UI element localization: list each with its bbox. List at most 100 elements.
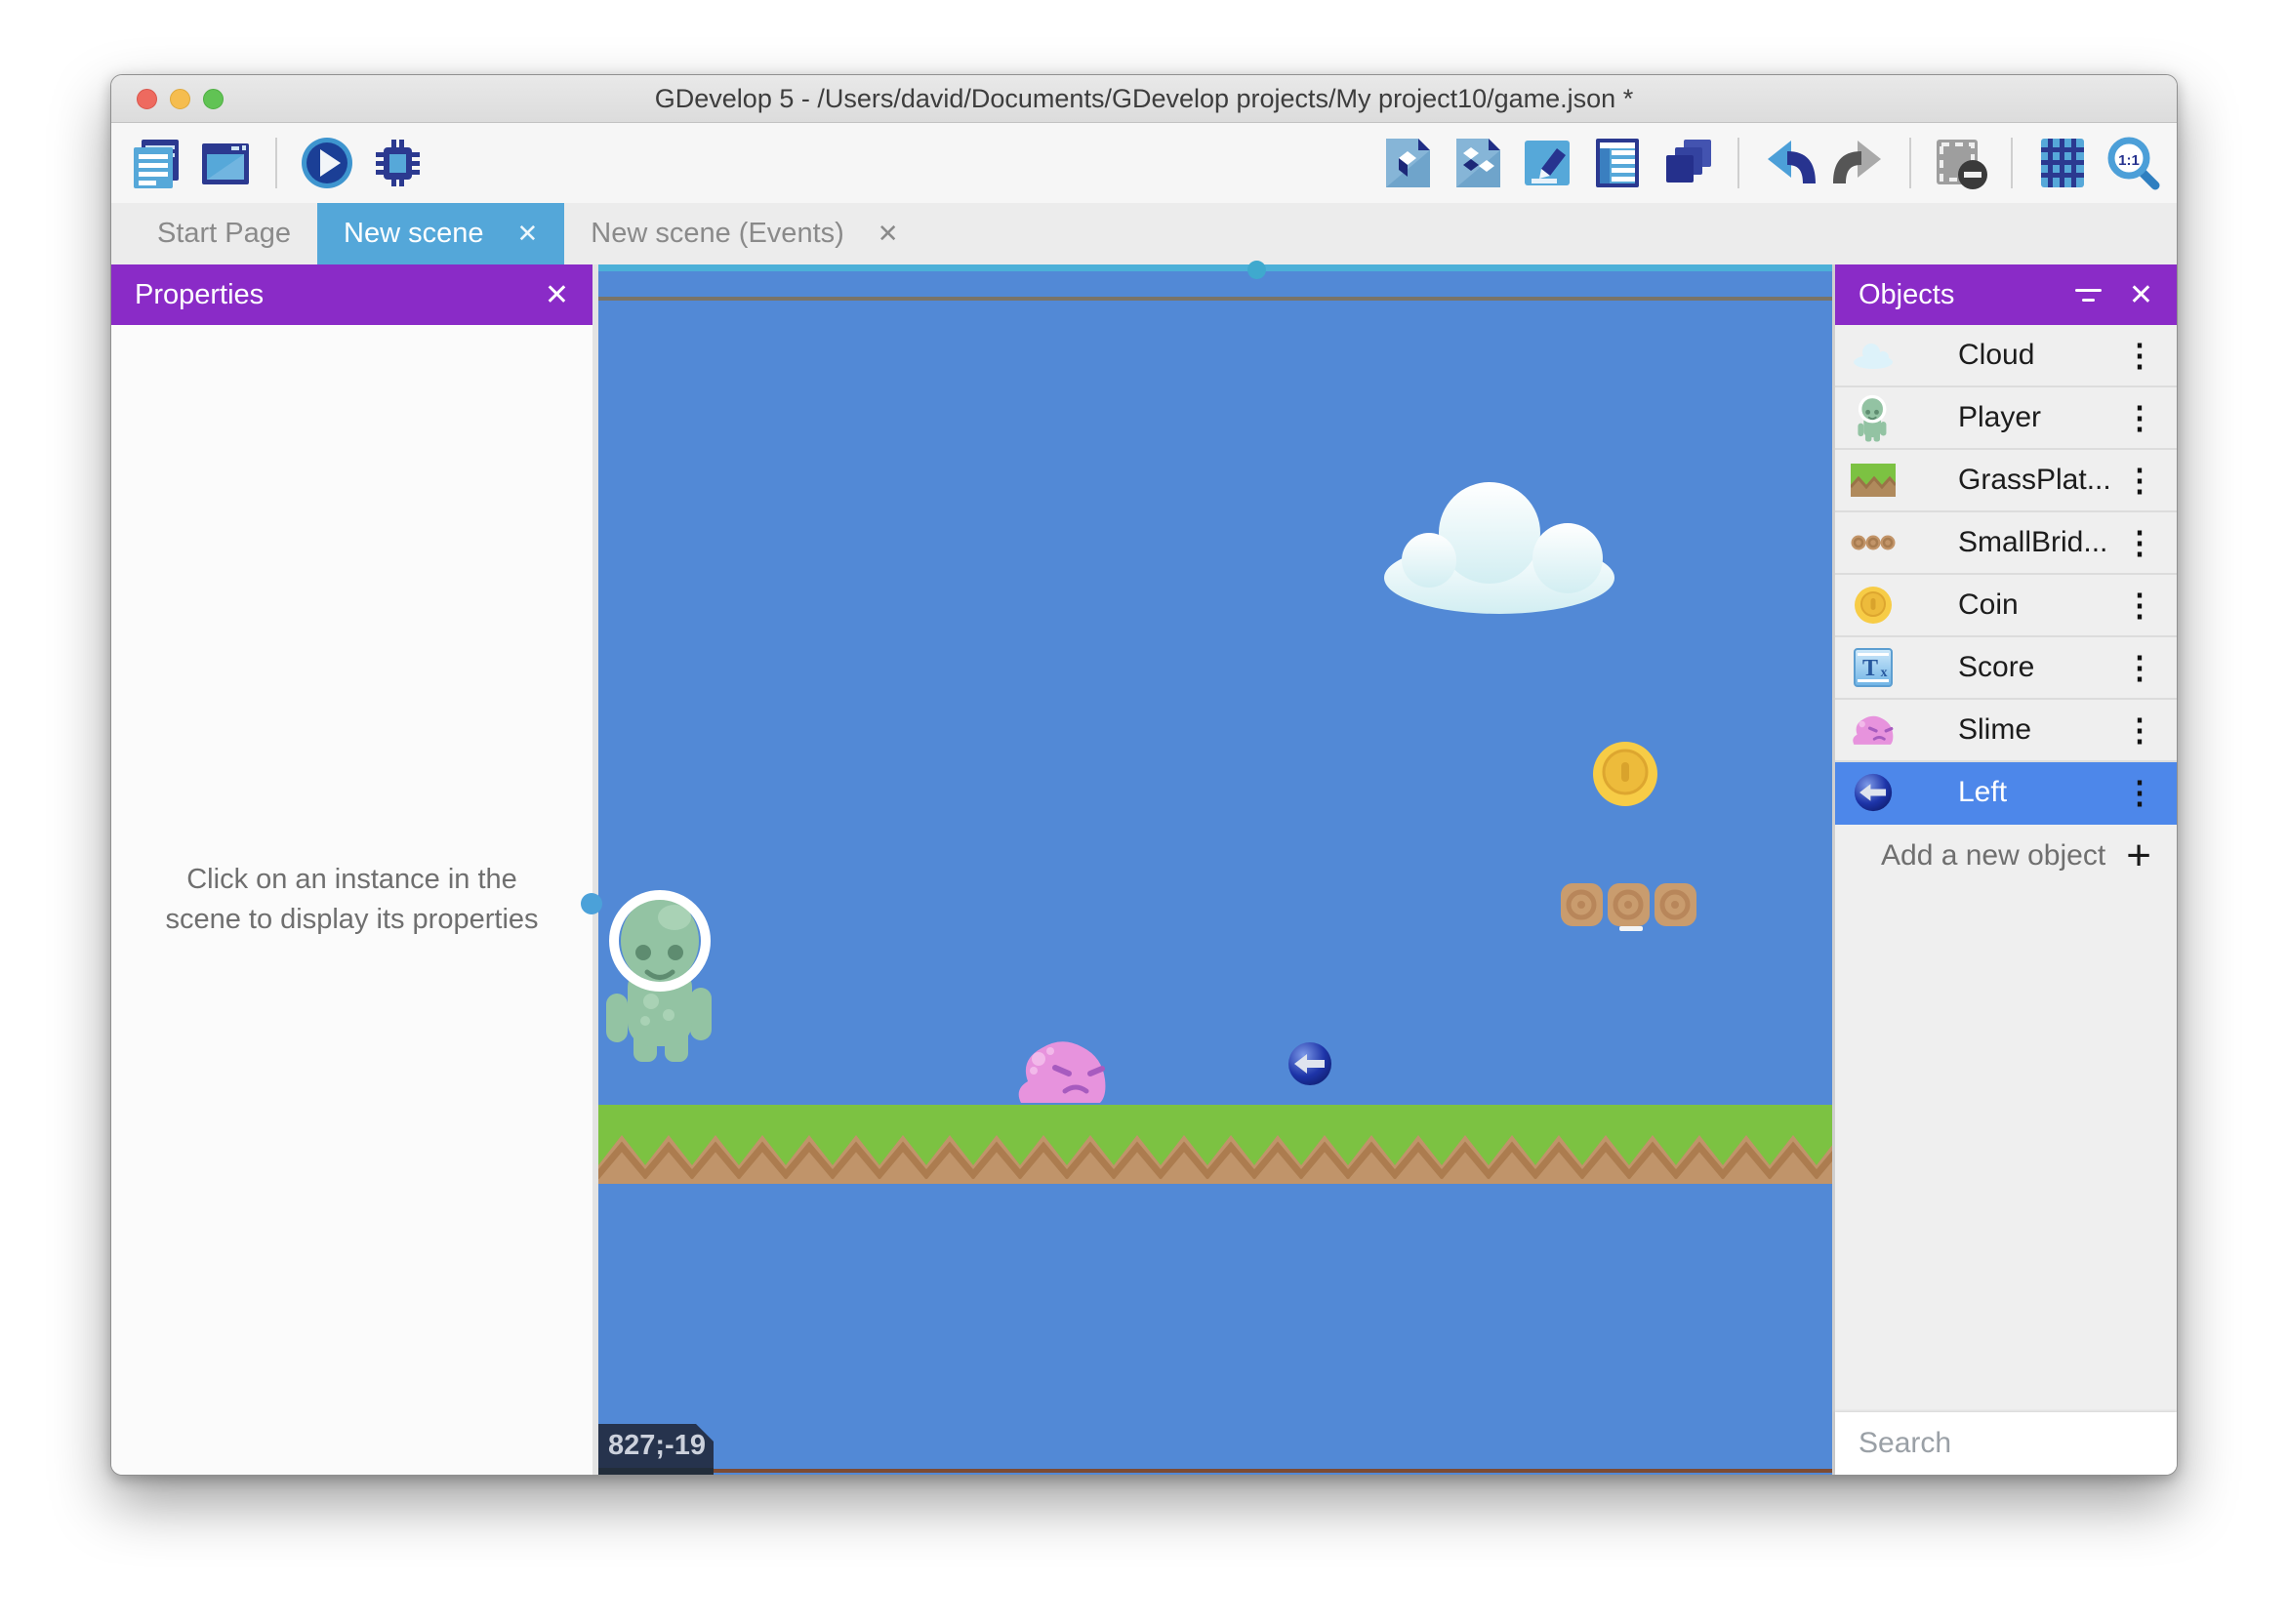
object-row-left[interactable]: Left ⋮ <box>1835 762 2177 825</box>
tab-start-page[interactable]: Start Page <box>131 203 317 264</box>
cloud-icon <box>1851 341 1896 370</box>
undo-icon[interactable] <box>1761 135 1818 191</box>
editor-tabs: Start Page New scene ✕ New scene (Events… <box>111 203 2177 264</box>
debug-icon[interactable] <box>369 135 426 191</box>
preview-play-icon[interactable] <box>299 135 355 191</box>
redo-icon[interactable] <box>1831 135 1888 191</box>
kebab-menu-icon[interactable]: ⋮ <box>2124 465 2155 496</box>
window-title: GDevelop 5 - /Users/david/Documents/GDev… <box>655 84 1633 114</box>
tab-new-scene[interactable]: New scene ✕ <box>317 203 564 264</box>
object-label: SmallBrid... <box>1958 526 2124 559</box>
toolbar-separator <box>2011 138 2013 188</box>
scene-editor-icon[interactable] <box>197 135 254 191</box>
object-label: Cloud <box>1958 339 2124 372</box>
kebab-menu-icon[interactable]: ⋮ <box>2124 589 2155 621</box>
properties-panel: Properties ✕ Click on an instance in the… <box>111 264 598 1475</box>
kebab-menu-icon[interactable]: ⋮ <box>2124 652 2155 683</box>
properties-panel-title: Properties <box>135 279 545 311</box>
cloud-sprite[interactable] <box>1380 474 1632 615</box>
tab-label: New scene (Events) <box>591 218 844 250</box>
object-label: GrassPlat... <box>1958 464 2124 497</box>
close-icon[interactable]: ✕ <box>545 278 569 312</box>
traffic-lights <box>137 75 224 122</box>
slime-icon <box>1851 714 1896 746</box>
toolbar-separator <box>1909 138 1911 188</box>
left-arrow-ball-icon <box>1851 773 1896 812</box>
project-manager-icon[interactable] <box>127 135 184 191</box>
scene-window-border-top <box>598 297 1832 301</box>
object-groups-icon[interactable] <box>1449 135 1505 191</box>
selection-handle-left[interactable] <box>581 893 602 914</box>
left-ball-sprite[interactable] <box>1287 1041 1332 1086</box>
text-object-icon: T x <box>1851 648 1896 687</box>
titlebar: GDevelop 5 - /Users/david/Documents/GDev… <box>111 75 2177 123</box>
small-bridge-icon <box>1851 534 1896 551</box>
kebab-menu-icon[interactable]: ⋮ <box>2124 402 2155 433</box>
object-label: Coin <box>1958 589 2124 622</box>
toolbar-separator <box>275 138 277 188</box>
gdevelop-window: GDevelop 5 - /Users/david/Documents/GDev… <box>110 74 2178 1476</box>
objects-search-bar <box>1835 1412 2177 1475</box>
kebab-menu-icon[interactable]: ⋮ <box>2124 340 2155 371</box>
object-row-slime[interactable]: Slime ⋮ <box>1835 700 2177 762</box>
add-object-label: Add a new object <box>1881 839 2126 873</box>
player-sprite[interactable] <box>604 882 721 1064</box>
object-row-cloud[interactable]: Cloud ⋮ <box>1835 325 2177 387</box>
scene-window-border-bottom <box>598 1469 1832 1473</box>
toolbar: 1:1 <box>111 123 2177 203</box>
toolbar-right-group: 1:1 <box>1378 123 2161 203</box>
grass-platform-sprite[interactable] <box>598 1105 1832 1184</box>
slime-sprite[interactable] <box>1016 1038 1109 1105</box>
kebab-menu-icon[interactable]: ⋮ <box>2124 527 2155 558</box>
properties-pencil-icon[interactable] <box>1519 135 1575 191</box>
properties-panel-header: Properties ✕ <box>111 264 592 325</box>
scene-top-strip <box>598 264 1832 271</box>
cursor-coordinates-tooltip: 827;-19 <box>598 1424 714 1475</box>
tab-label: New scene <box>344 218 483 250</box>
minimize-window-button[interactable] <box>170 89 190 109</box>
grass-platform-icon <box>1851 464 1896 497</box>
small-bridge-sprite[interactable] <box>1560 882 1697 927</box>
coin-sprite[interactable] <box>1592 741 1658 807</box>
object-row-coin[interactable]: Coin ⋮ <box>1835 575 2177 637</box>
svg-text:x: x <box>1881 666 1888 680</box>
svg-text:T: T <box>1862 656 1878 681</box>
toolbar-separator <box>1737 138 1739 188</box>
object-row-player[interactable]: Player ⋮ <box>1835 387 2177 450</box>
objects-panel-title: Objects <box>1859 279 2075 311</box>
object-label: Score <box>1958 651 2124 684</box>
close-window-button[interactable] <box>137 89 157 109</box>
search-input[interactable] <box>1859 1427 2178 1460</box>
toolbar-left-group <box>127 123 426 203</box>
objects-editor-icon[interactable] <box>1378 135 1435 191</box>
layers-icon[interactable] <box>1659 135 1716 191</box>
player-icon <box>1851 393 1896 442</box>
filter-icon[interactable] <box>2075 289 2102 302</box>
close-icon[interactable]: ✕ <box>2129 278 2153 312</box>
object-label: Player <box>1958 401 2124 434</box>
grid-icon[interactable] <box>2034 135 2091 191</box>
object-row-smallbridge[interactable]: SmallBrid... ⋮ <box>1835 512 2177 575</box>
object-label: Left <box>1958 776 2124 809</box>
tab-label: Start Page <box>157 218 291 250</box>
maximize-window-button[interactable] <box>203 89 224 109</box>
instances-list-icon[interactable] <box>1589 135 1646 191</box>
bridge-highlight-dash <box>1619 926 1643 931</box>
plus-icon[interactable]: + <box>2126 834 2151 877</box>
kebab-menu-icon[interactable]: ⋮ <box>2124 777 2155 808</box>
zoom-1-1-icon[interactable]: 1:1 <box>2104 135 2161 191</box>
scene-canvas[interactable]: 827;-19 <box>598 264 1832 1475</box>
object-row-grassplatform[interactable]: GrassPlat... ⋮ <box>1835 450 2177 512</box>
kebab-menu-icon[interactable]: ⋮ <box>2124 714 2155 746</box>
properties-empty-message: Click on an instance in the scene to dis… <box>147 860 557 939</box>
tab-new-scene-events[interactable]: New scene (Events) ✕ <box>564 203 924 264</box>
object-row-score[interactable]: T x Score ⋮ <box>1835 637 2177 700</box>
close-icon[interactable]: ✕ <box>878 219 899 249</box>
main-content: Properties ✕ Click on an instance in the… <box>111 264 2177 1475</box>
add-object-row[interactable]: Add a new object + <box>1835 825 2177 887</box>
mask-toggle-icon[interactable] <box>1933 135 1989 191</box>
properties-panel-body: Click on an instance in the scene to dis… <box>111 325 592 1475</box>
svg-text:1:1: 1:1 <box>2118 152 2140 169</box>
close-icon[interactable]: ✕ <box>517 219 539 249</box>
selection-handle-top[interactable] <box>1247 261 1266 279</box>
